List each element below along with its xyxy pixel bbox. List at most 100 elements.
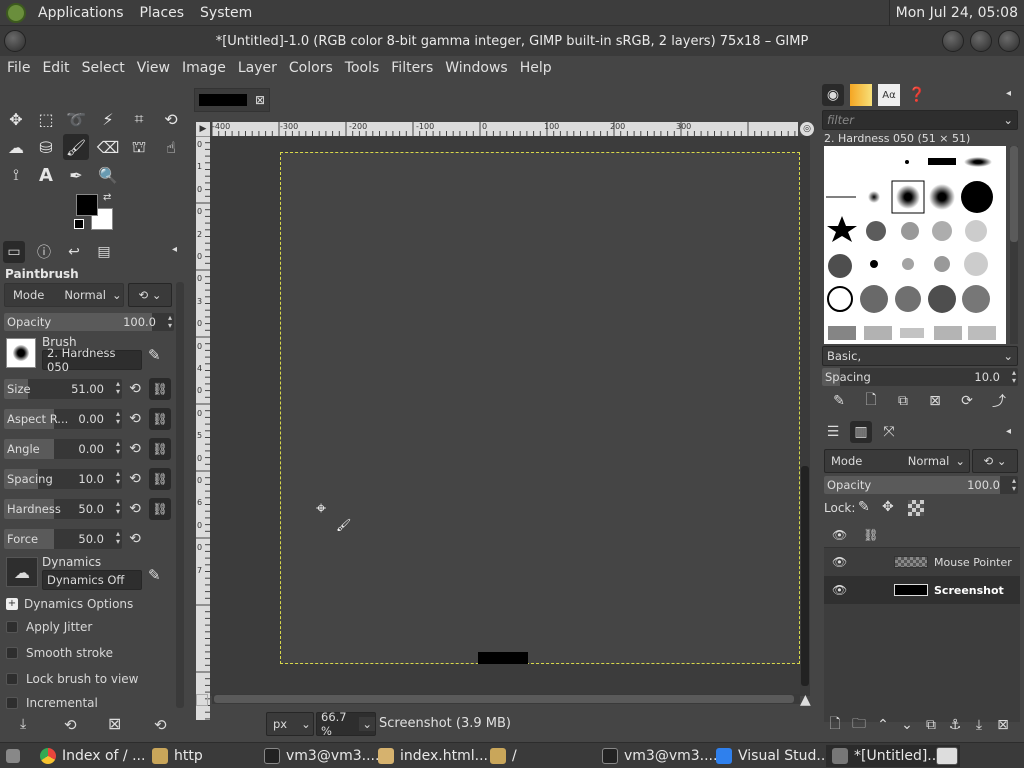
lock-brush-checkbox[interactable]: Lock brush to view	[6, 672, 139, 686]
raise-layer-icon[interactable]: ⌃	[872, 714, 894, 736]
foreground-color-swatch[interactable]	[76, 194, 98, 216]
clock[interactable]: Mon Jul 24, 05:08	[888, 0, 1024, 26]
brush-spacing-slider[interactable]: Spacing 10.0 ▴ ▾	[822, 368, 1018, 386]
canvas-viewport[interactable]: ⌖ 🖌	[210, 136, 800, 696]
menu-select[interactable]: Select	[77, 60, 130, 76]
spacing-link-icon[interactable]: ⛓	[149, 468, 171, 490]
move-tool-icon[interactable]: ✥	[3, 106, 29, 132]
spin-arrows-icon[interactable]: ▴ ▾	[116, 470, 120, 486]
close-tab-icon[interactable]: ⊠	[255, 93, 265, 107]
lock-pixels-icon[interactable]: ✎	[858, 499, 870, 515]
spacing-slider[interactable]: Spacing 10.0 ▴ ▾	[4, 469, 122, 489]
spin-arrows-icon[interactable]: ▴ ▾	[116, 440, 120, 456]
spin-arrows-icon[interactable]: ▴ ▾	[1012, 477, 1016, 493]
lasso-tool-icon[interactable]: ➰	[63, 106, 89, 132]
menu-view[interactable]: View	[132, 60, 175, 76]
swap-colors-icon[interactable]: ⇄	[103, 192, 111, 203]
apply-jitter-checkbox[interactable]: Apply Jitter	[6, 620, 92, 634]
dynamics-field[interactable]: Dynamics Off	[42, 570, 142, 590]
menu-image[interactable]: Image	[177, 60, 231, 76]
help-tab-icon[interactable]: ❓	[906, 84, 928, 106]
brush-name-field[interactable]: 2. Hardness 050	[42, 346, 142, 374]
duplicate-brush-icon[interactable]: ⧉	[892, 390, 914, 412]
places-menu[interactable]: Places	[132, 5, 193, 21]
layers-tab-icon[interactable]: ☰	[822, 421, 844, 443]
tool-options-tab-icon[interactable]: ▭	[3, 241, 25, 263]
gradients-tab-icon[interactable]	[850, 84, 872, 106]
window-menu-icon[interactable]	[4, 30, 26, 52]
layer-row[interactable]: 👁 Mouse Pointer	[824, 548, 1020, 576]
channels-tab-icon[interactable]: ▥	[850, 421, 872, 443]
rect-select-tool-icon[interactable]: ⬚	[33, 106, 59, 132]
angle-reset-icon[interactable]: ⟲	[126, 440, 144, 458]
open-brush-icon[interactable]: ⤴	[988, 390, 1010, 412]
menu-tools[interactable]: Tools	[340, 60, 385, 76]
size-slider[interactable]: Size 51.00 ▴ ▾	[4, 379, 122, 399]
system-menu[interactable]: System	[192, 5, 260, 21]
lock-position-icon[interactable]: ✥	[882, 499, 894, 515]
layer-mode-select[interactable]: Mode Normal ⌄	[824, 449, 970, 473]
layer-mode-reset[interactable]: ⟲ ⌄	[972, 449, 1018, 473]
brush-tag-select[interactable]: Basic, ⌄	[822, 346, 1018, 366]
default-colors-icon[interactable]	[74, 219, 84, 229]
spin-arrows-icon[interactable]: ▴ ▾	[116, 500, 120, 516]
spin-arrows-icon[interactable]: ▴ ▾	[168, 314, 172, 330]
warp-tool-icon[interactable]: ☁	[3, 134, 29, 160]
restore-options-icon[interactable]: ⟲	[64, 716, 77, 734]
visibility-header-icon[interactable]: 👁	[832, 528, 847, 542]
brush-grid-scrollbar[interactable]	[1010, 146, 1018, 344]
show-desktop-button[interactable]	[6, 745, 20, 767]
crop-tool-icon[interactable]: ⌗	[126, 106, 152, 132]
vertical-ruler[interactable]: 0 1 0 0 2 0 0 3 0 0 4 0 0 5 0 0 6 0 0 7	[196, 136, 210, 720]
eye-icon[interactable]: 👁	[832, 555, 852, 569]
new-brush-icon[interactable]: 🗋	[860, 390, 882, 412]
smooth-stroke-checkbox[interactable]: Smooth stroke	[6, 646, 113, 660]
applications-menu[interactable]: Applications	[30, 5, 132, 21]
menu-layer[interactable]: Layer	[233, 60, 282, 76]
color-picker-tool-icon[interactable]: ✒	[63, 162, 89, 188]
configure-tab-icon[interactable]: ◂	[172, 244, 177, 255]
task-chrome[interactable]: Index of / ...	[40, 745, 145, 767]
layers-configure-icon[interactable]: ◂	[1006, 426, 1011, 437]
images-tab-icon[interactable]: ▤	[93, 241, 115, 263]
task-terminal-2[interactable]: vm3@vm3....	[602, 745, 717, 767]
navigate-icon[interactable]: ◎	[800, 122, 814, 136]
merge-down-icon[interactable]: ⤓	[968, 714, 990, 736]
mode-select[interactable]: Mode Normal ⌄	[4, 283, 124, 307]
zoom-on-resize-icon[interactable]: ▲	[800, 692, 811, 708]
spacing-reset-icon[interactable]: ⟲	[126, 470, 144, 488]
image-tab[interactable]: ⊠	[194, 88, 270, 112]
minimize-button[interactable]	[942, 30, 964, 52]
lower-layer-icon[interactable]: ⌄	[896, 714, 918, 736]
paths-tab-icon[interactable]: ⤧	[878, 421, 900, 443]
delete-options-icon[interactable]: ⊠	[108, 714, 121, 733]
brush-grid[interactable]	[824, 146, 1006, 344]
menu-windows[interactable]: Windows	[440, 60, 513, 76]
brush-grid-scroll-thumb[interactable]	[1010, 146, 1018, 242]
horizontal-scrollbar[interactable]	[212, 694, 800, 704]
angle-slider[interactable]: Angle 0.00 ▴ ▾	[4, 439, 122, 459]
task-terminal-1[interactable]: vm3@vm3....	[264, 745, 379, 767]
zoom-select[interactable]: 66.7 % ⌄	[316, 710, 376, 738]
eraser-tool-icon[interactable]: ⌫	[95, 134, 121, 160]
aspect-link-icon[interactable]: ⛓	[149, 408, 171, 430]
ruler-corner-icon[interactable]: ▶	[196, 122, 210, 136]
text-tool-icon[interactable]: A	[33, 162, 59, 188]
undo-history-tab-icon[interactable]: ↩	[63, 241, 85, 263]
close-button[interactable]	[998, 30, 1020, 52]
tool-options-scrollbar[interactable]	[176, 282, 184, 708]
force-reset-icon[interactable]: ⟲	[126, 530, 144, 548]
task-folder-http[interactable]: http	[152, 745, 203, 767]
menu-file[interactable]: File	[2, 60, 35, 76]
hardness-link-icon[interactable]: ⛓	[149, 498, 171, 520]
spin-arrows-icon[interactable]: ▴ ▾	[116, 410, 120, 426]
size-reset-icon[interactable]: ⟲	[126, 380, 144, 398]
unit-select[interactable]: px ⌄	[266, 712, 314, 736]
distro-logo-icon[interactable]	[6, 2, 26, 23]
brush-preview[interactable]	[6, 338, 36, 368]
edit-dynamics-icon[interactable]: ✎	[148, 566, 161, 584]
paths-tool-icon[interactable]: ⟟	[3, 162, 29, 188]
menu-help[interactable]: Help	[515, 60, 557, 76]
save-options-icon[interactable]: ⤓	[20, 716, 26, 732]
spin-arrows-icon[interactable]: ▴ ▾	[1012, 369, 1016, 385]
